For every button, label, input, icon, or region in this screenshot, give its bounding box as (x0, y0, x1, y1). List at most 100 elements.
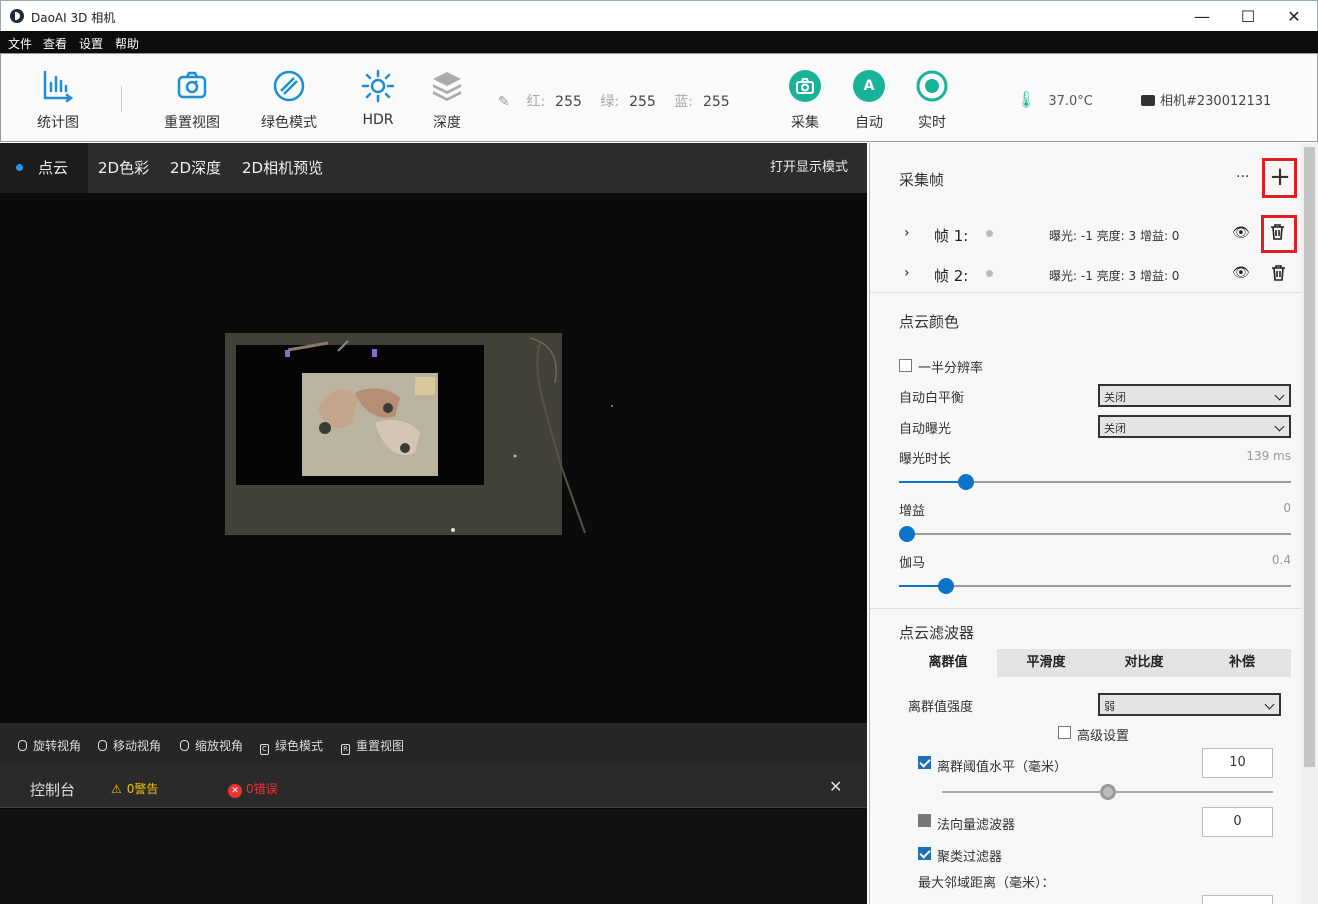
frame-row-1[interactable]: › 帧 1: 曝光: -1 亮度: 3 增益: 0 👁 (870, 213, 1301, 253)
gain-slider[interactable] (899, 526, 1291, 542)
hint-green-mode: C 绿色模式 (260, 737, 323, 755)
slider-handle[interactable] (1099, 784, 1116, 800)
slider-handle[interactable] (957, 474, 974, 490)
filter-tab-outlier[interactable]: 离群值 (899, 649, 997, 677)
frame-status-dot (986, 230, 993, 237)
more-options-icon[interactable]: ··· (1236, 169, 1249, 185)
window-title: DaoAI 3D 相机 (31, 11, 116, 25)
divider (870, 608, 1301, 609)
depth-button[interactable]: 深度 (407, 66, 487, 132)
exposure-value: 139 ms (1246, 449, 1291, 463)
tab-2d-depth[interactable]: 2D深度 (170, 143, 221, 193)
tab-point-cloud-label: 点云 (38, 159, 69, 177)
red-value: 255 (555, 94, 582, 110)
auto-wb-select[interactable]: 关闭 (1098, 384, 1291, 407)
eye-icon[interactable]: 👁 (1232, 225, 1250, 241)
panel-scrollbar[interactable] (1301, 143, 1318, 904)
gamma-slider[interactable] (899, 578, 1291, 594)
errors-count[interactable]: ✕ 0错误 (228, 780, 278, 798)
half-resolution-checkbox[interactable] (899, 359, 912, 372)
minimize-button[interactable]: — (1179, 1, 1225, 32)
exposure-slider[interactable] (899, 474, 1291, 490)
scrollbar-thumb[interactable] (1304, 147, 1315, 767)
auto-exposure-select[interactable]: 关闭 (1098, 415, 1291, 438)
outlier-threshold-input[interactable]: 10 (1202, 748, 1273, 778)
delete-frame-1-button[interactable] (1270, 223, 1285, 244)
mouse-right-icon (98, 740, 107, 751)
frame-row-2[interactable]: › 帧 2: 曝光: -1 亮度: 3 增益: 0 👁 (870, 253, 1301, 293)
green-mode-button[interactable]: 绿色模式 (249, 66, 329, 132)
tab-2d-camera-preview[interactable]: 2D相机预览 (242, 143, 323, 193)
blue-label: 蓝: (674, 94, 693, 110)
menu-help[interactable]: 帮助 (115, 35, 139, 52)
frame-status-dot (986, 270, 993, 277)
normal-filter-label: 法向量滤波器 (937, 818, 1016, 833)
outlier-strength-label: 离群值强度 (908, 700, 974, 715)
frame-name: 帧 2: (934, 267, 969, 285)
temperature-readout: 🌡 37.0°C (1016, 90, 1093, 109)
expand-chevron-icon[interactable]: › (904, 265, 910, 281)
warnings-label: 0警告 (126, 782, 159, 796)
advanced-settings-checkbox[interactable] (1058, 726, 1071, 739)
viewer-area: 点云 2D色彩 2D深度 2D相机预览 打开显示模式 旋转视角 移动视角 缩放视… (0, 143, 867, 904)
green-value: 255 (629, 94, 656, 110)
slider-fill (899, 481, 966, 483)
color-picker-readout: ✎ 红: 255 绿: 255 蓝: 255 (498, 91, 730, 111)
depth-label: 深度 (433, 115, 461, 131)
close-window-button[interactable]: ✕ (1271, 1, 1317, 32)
console-close-button[interactable]: ✕ (829, 777, 842, 796)
cluster-filter-checkbox[interactable] (918, 847, 931, 860)
red-label: 红: (526, 94, 546, 110)
warnings-count[interactable]: ⚠ 0警告 (111, 780, 158, 797)
normal-filter-checkbox[interactable] (918, 814, 931, 827)
eye-icon[interactable]: 👁 (1232, 265, 1250, 281)
max-neighbor-distance-input[interactable] (1202, 895, 1273, 904)
menu-view[interactable]: 查看 (43, 35, 67, 52)
hdr-button[interactable]: HDR (338, 66, 418, 128)
point-cloud-render (225, 333, 613, 535)
hint-green-mode-label: 绿色模式 (275, 739, 324, 753)
thermometer-icon: 🌡 (1016, 90, 1037, 109)
normal-filter-input[interactable]: 0 (1202, 807, 1273, 837)
add-frame-button[interactable]: + (1268, 164, 1292, 192)
reset-camera-icon (172, 66, 212, 106)
menu-bar: 文件 查看 设置 帮助 (0, 31, 1318, 53)
live-record-icon (912, 66, 952, 106)
live-button[interactable]: 实时 (892, 66, 972, 132)
open-display-mode-button[interactable]: 打开显示模式 (770, 143, 848, 193)
camera-id: 相机#230012131 (1160, 94, 1272, 109)
viewer-tabs: 点云 2D色彩 2D深度 2D相机预览 打开显示模式 (0, 143, 867, 193)
menu-settings[interactable]: 设置 (79, 35, 103, 52)
maximize-button[interactable]: ☐ (1225, 1, 1271, 32)
expand-chevron-icon[interactable]: › (904, 225, 910, 241)
slider-handle[interactable] (899, 526, 915, 542)
frame-info: 曝光: -1 亮度: 3 增益: 0 (1049, 269, 1180, 283)
slider-handle[interactable] (938, 578, 955, 594)
outlier-threshold-checkbox[interactable] (918, 756, 931, 769)
reset-view-button[interactable]: 重置视图 (152, 66, 232, 132)
gamma-value: 0.4 (1271, 553, 1291, 567)
mouse-left-icon (18, 740, 27, 751)
slider-fill (942, 791, 1108, 793)
stats-button[interactable]: 统计图 (18, 66, 98, 132)
gamma-label: 伽马 (899, 556, 926, 571)
tab-point-cloud[interactable]: 点云 (0, 143, 88, 193)
outlier-threshold-slider[interactable] (942, 784, 1273, 800)
trash-icon[interactable] (1271, 264, 1286, 281)
filter-tab-compensation[interactable]: 补偿 (1193, 649, 1291, 677)
tab-2d-color[interactable]: 2D色彩 (98, 143, 149, 193)
console-header: 控制台 ⚠ 0警告 ✕ 0错误 ✕ (0, 765, 867, 808)
stats-label: 统计图 (37, 115, 79, 131)
eyedropper-icon[interactable]: ✎ (498, 94, 512, 110)
auto-exposure-label: 自动曝光 (899, 422, 952, 437)
filter-tab-contrast[interactable]: 对比度 (1095, 649, 1193, 677)
camera-icon (1141, 95, 1155, 106)
menu-file[interactable]: 文件 (8, 35, 32, 52)
hint-rotate: 旋转视角 (18, 737, 81, 754)
outlier-strength-select[interactable]: 弱 (1098, 693, 1281, 716)
app-logo-icon (10, 9, 24, 23)
frames-title: 采集帧 (899, 171, 945, 189)
point-cloud-canvas[interactable] (0, 193, 867, 723)
filter-tab-smoothness[interactable]: 平滑度 (997, 649, 1095, 677)
bar-chart-icon (38, 66, 78, 106)
